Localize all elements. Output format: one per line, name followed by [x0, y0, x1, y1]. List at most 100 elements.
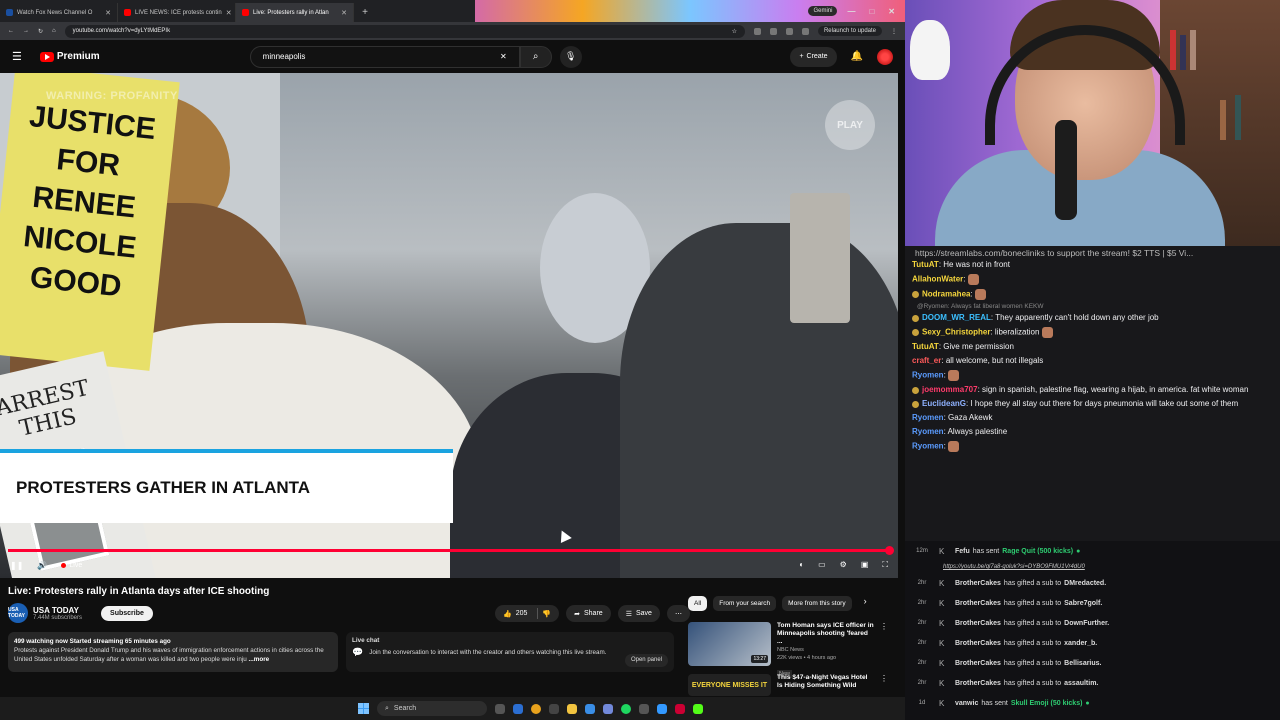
chrome-icon[interactable] — [531, 703, 541, 714]
open-panel-button[interactable]: Open panel — [624, 654, 668, 667]
channel-logo[interactable]: USA TODAY — [8, 603, 28, 623]
chat-username[interactable]: Nodramahea — [922, 290, 970, 299]
video-thumbnail[interactable]: 13:27 — [688, 622, 771, 666]
channel-name[interactable]: USA TODAY — [33, 606, 82, 615]
close-icon[interactable]: ✕ — [105, 9, 111, 17]
event-link[interactable]: https://youtu.be/ql7a8-goluk?si=DYBO9FMU… — [943, 564, 1085, 570]
discord-icon[interactable] — [603, 703, 613, 714]
notifications-bell-icon[interactable]: 🔔 — [851, 51, 863, 62]
event-target[interactable]: DMredacted. — [1064, 580, 1106, 587]
search-input[interactable] — [262, 52, 500, 61]
edge-icon[interactable] — [513, 703, 523, 714]
recommendation-item[interactable]: 13:27 Tom Homan says ICE officer in Minn… — [688, 622, 888, 680]
minimize-icon[interactable]: — — [847, 7, 855, 16]
event-target[interactable]: Sabre7golf. — [1064, 600, 1102, 607]
captions-icon[interactable]: ▭ — [818, 560, 826, 570]
tab-live-news[interactable]: LIVE NEWS: ICE protests contin ✕ — [118, 3, 236, 22]
search-button[interactable]: ⌕ — [519, 45, 552, 68]
event-username[interactable]: BrotherCakes — [955, 640, 1001, 647]
close-window-icon[interactable]: ✕ — [888, 7, 895, 16]
voice-search-button[interactable]: 🎙 — [559, 45, 582, 68]
extension-icon[interactable] — [801, 27, 809, 35]
youtube-logo[interactable]: Premium — [39, 51, 100, 62]
chevron-right-icon[interactable]: › — [864, 596, 867, 611]
menu-dots-icon[interactable]: ⋮ — [891, 28, 897, 35]
close-icon[interactable]: ✕ — [226, 9, 232, 17]
chip-from-search[interactable]: From your search — [713, 596, 777, 611]
relaunch-button[interactable]: Relaunch to update — [817, 26, 882, 36]
share-button[interactable]: ➦ Share — [566, 605, 611, 622]
more-link[interactable]: ...more — [249, 656, 270, 663]
event-username[interactable]: Fefu — [955, 548, 970, 555]
extension-icon[interactable] — [769, 27, 777, 35]
extension-icon[interactable] — [753, 27, 761, 35]
task-view-icon[interactable] — [495, 703, 505, 714]
chat-username[interactable]: Ryomen — [912, 427, 944, 436]
description-box[interactable]: 499 watching now Started streaming 65 mi… — [8, 632, 338, 672]
gemini-button[interactable]: Gemini — [808, 6, 838, 16]
more-icon[interactable]: ⋮ — [880, 674, 888, 696]
spotify-icon[interactable] — [621, 703, 631, 714]
chat-username[interactable]: craft_er — [912, 356, 941, 365]
chat-username[interactable]: Ryomen — [912, 371, 944, 380]
hamburger-menu-icon[interactable]: ☰ — [12, 50, 22, 63]
event-username[interactable]: BrotherCakes — [955, 580, 1001, 587]
chip-more-from-story[interactable]: More from this story — [782, 596, 852, 611]
chip-all[interactable]: All — [688, 596, 708, 611]
chat-username[interactable]: Sexy_Christopher — [922, 328, 990, 337]
chat-username[interactable]: Ryomen — [912, 413, 944, 422]
back-icon[interactable]: ← — [8, 28, 14, 34]
like-button[interactable]: 👍 205 👎 — [495, 605, 560, 622]
app-icon[interactable] — [657, 703, 667, 714]
theater-mode-icon[interactable]: ▣ — [861, 560, 869, 570]
chat-username[interactable]: TutuAT — [912, 260, 939, 269]
file-explorer-icon[interactable] — [567, 703, 577, 714]
video-thumbnail[interactable]: EVERYONE MISSES IT — [688, 674, 771, 696]
home-icon[interactable]: ⌂ — [52, 28, 56, 34]
star-icon[interactable]: ☆ — [732, 28, 737, 35]
video-progress-bar[interactable] — [8, 546, 894, 555]
settings-gear-icon[interactable]: ⚙ — [840, 560, 847, 570]
forward-icon[interactable]: → — [23, 28, 29, 34]
app-icon[interactable] — [549, 703, 559, 714]
chat-username[interactable]: TutuAT — [912, 342, 939, 351]
more-actions-button[interactable]: ⋯ — [666, 605, 690, 622]
maximize-icon[interactable]: □ — [869, 7, 874, 16]
chat-username[interactable]: joemomma707 — [922, 385, 978, 394]
event-username[interactable]: BrotherCakes — [955, 620, 1001, 627]
event-username[interactable]: BrotherCakes — [955, 600, 1001, 607]
kick-icon[interactable] — [693, 703, 703, 714]
taskbar-search[interactable]: ⌕ Search — [377, 701, 487, 716]
live-indicator[interactable]: Live — [61, 562, 82, 569]
save-button[interactable]: ☰ Save — [617, 605, 660, 622]
chat-username[interactable]: EuclideanG — [922, 399, 966, 408]
extension-icon[interactable] — [785, 27, 793, 35]
app-icon[interactable] — [585, 703, 595, 714]
streamlabs-link[interactable]: https://streamlabs.com/bonecliniks — [915, 248, 1045, 258]
event-target[interactable]: xander_b. — [1064, 640, 1097, 647]
event-target[interactable]: Bellisarius. — [1064, 660, 1101, 667]
account-avatar[interactable] — [877, 48, 893, 65]
volume-icon[interactable]: 🔊 — [37, 561, 47, 570]
tab-protesters-atlanta[interactable]: Live: Protesters rally in Atlan ✕ — [236, 3, 354, 22]
chat-username[interactable]: DOOM_WR_REAL — [922, 313, 991, 322]
recommendation-item[interactable]: EVERYONE MISSES IT This $47-a-Night Vega… — [688, 674, 888, 696]
windows-start-icon[interactable] — [358, 703, 369, 714]
new-tab-button[interactable]: + — [358, 5, 372, 19]
reload-icon[interactable]: ↻ — [38, 28, 43, 35]
subscribe-button[interactable]: Subscribe — [101, 605, 153, 621]
more-icon[interactable]: ⋮ — [880, 622, 888, 680]
event-username[interactable]: BrotherCakes — [955, 680, 1001, 687]
event-username[interactable]: vanwic — [955, 700, 978, 707]
pause-icon[interactable]: ❚❚ — [10, 561, 23, 570]
tab-fox-news[interactable]: Watch Fox News Channel O ✕ — [0, 3, 118, 22]
app-icon[interactable] — [675, 703, 685, 714]
event-target[interactable]: DownFurther. — [1064, 620, 1109, 627]
create-button[interactable]: + Create — [790, 46, 837, 67]
autoplay-toggle-icon[interactable]: ◐ — [799, 560, 804, 570]
url-field[interactable]: youtube.com/watch?v=dyLYtMdEPIk ☆ — [64, 24, 745, 38]
clear-search-icon[interactable]: ✕ — [500, 52, 507, 61]
close-icon[interactable]: ✕ — [341, 9, 347, 17]
app-icon[interactable] — [639, 703, 649, 714]
chat-username[interactable]: Ryomen — [912, 442, 944, 451]
